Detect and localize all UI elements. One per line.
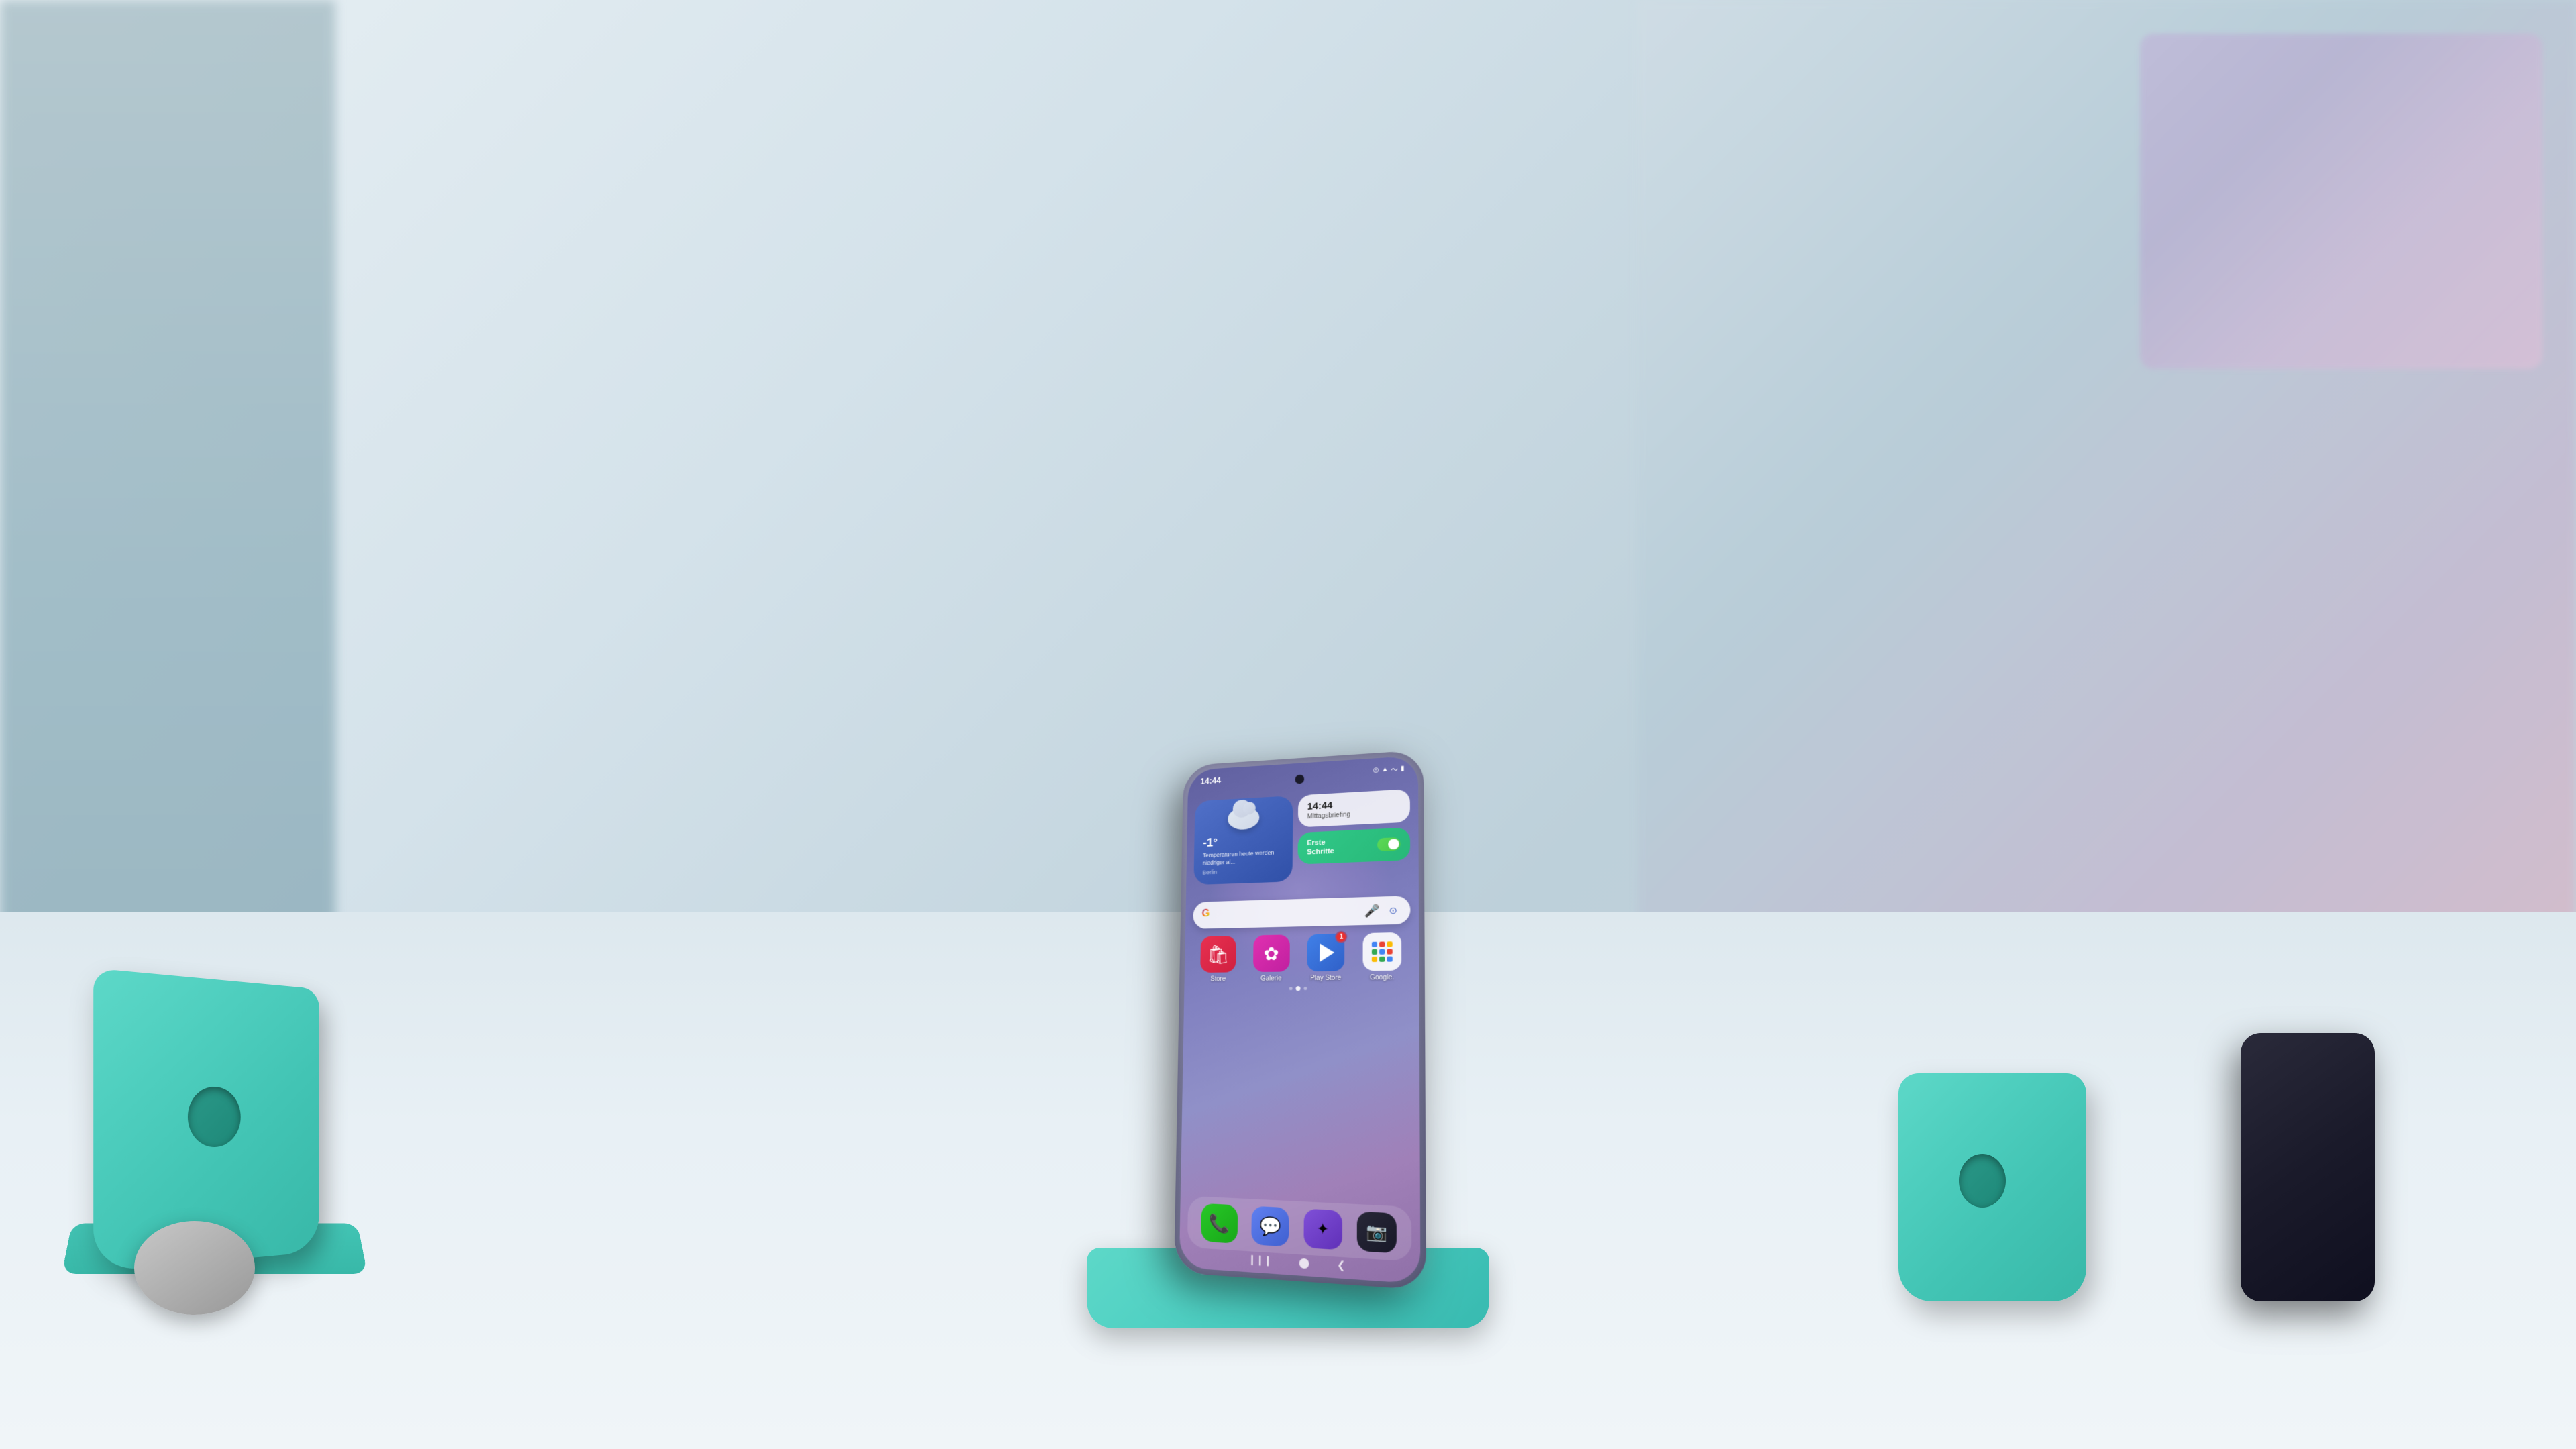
google-g-logo: G: [1201, 908, 1216, 922]
page-dot-2-active: [1296, 986, 1301, 991]
mic-icon: 🎤: [1364, 904, 1380, 918]
earbuds-case: [134, 1221, 268, 1328]
widgets-area: -1° Temperaturen heute werden niedriger …: [1193, 789, 1410, 885]
earbuds-case-body: [134, 1221, 255, 1315]
galaxy-icon: ✦: [1316, 1220, 1329, 1238]
status-location-icon: ◎: [1373, 766, 1379, 773]
messages-icon: 💬: [1259, 1215, 1281, 1238]
dock-camera[interactable]: 📷: [1357, 1212, 1397, 1254]
play-store-label: Play Store: [1310, 975, 1341, 982]
app-store[interactable]: 🛍 Store: [1197, 936, 1240, 983]
status-time: 14:44: [1200, 775, 1221, 786]
weather-widget[interactable]: -1° Temperaturen heute werden niedriger …: [1193, 796, 1293, 885]
nav-home-button[interactable]: ⬤: [1299, 1256, 1309, 1269]
widget-right-column: 14:44 Mittagsbriefing Erste Schritte: [1297, 789, 1410, 881]
play-store-badge: 1: [1335, 931, 1347, 943]
erste-schritte-text: Erste Schritte: [1307, 837, 1334, 857]
app-google[interactable]: Google.: [1358, 932, 1405, 982]
erste-line2: Schritte: [1307, 847, 1334, 857]
weather-cloud-icon: [1227, 806, 1259, 830]
search-lens-button[interactable]: ⊙: [1385, 903, 1401, 918]
weather-city: Berlin: [1203, 867, 1284, 876]
google-search-bar[interactable]: G 🎤 ⊙: [1193, 896, 1410, 929]
status-icons: ◎ ▲ 〜 ▮: [1373, 763, 1405, 775]
app-play-store[interactable]: 1 Play Store: [1303, 934, 1348, 983]
status-battery-icon: ▮: [1401, 765, 1405, 772]
grid-dot-9: [1387, 957, 1392, 962]
app-galerie[interactable]: ✿ Galerie: [1249, 934, 1294, 983]
galerie-symbol: ✿: [1264, 943, 1279, 965]
erste-schritte-widget[interactable]: Erste Schritte: [1297, 827, 1410, 864]
background-monitor: [2140, 34, 2542, 369]
weather-temperature: -1°: [1203, 833, 1283, 849]
page-indicator: [1289, 986, 1307, 991]
g-letter: G: [1201, 908, 1210, 920]
camera-icon: 📷: [1366, 1222, 1388, 1244]
grid-dot-2: [1379, 942, 1385, 947]
grid-dot-5: [1379, 949, 1385, 955]
store-label: Store: [1210, 975, 1226, 983]
app-row: 🛍 Store ✿ Galerie: [1192, 932, 1411, 983]
lens-icon: ⊙: [1389, 904, 1397, 916]
stand-left-hole: [188, 1086, 241, 1148]
phone-device: 14:44 ◎ ▲ 〜 ▮ -1° Temperaturen heute wer…: [1174, 750, 1426, 1290]
page-dot-1: [1289, 987, 1293, 990]
erste-schritte-toggle[interactable]: [1377, 837, 1401, 851]
grid-dot-7: [1372, 957, 1377, 962]
status-wifi-icon: 〜: [1391, 763, 1398, 773]
google-grid-icon: [1364, 934, 1399, 969]
phone-icon: 📞: [1208, 1212, 1230, 1234]
grid-dot-4: [1372, 949, 1377, 955]
google-label: Google.: [1370, 974, 1394, 981]
play-store-triangle: [1320, 943, 1334, 962]
stand-right-hole: [1959, 1154, 2006, 1208]
search-mic-button[interactable]: 🎤: [1365, 903, 1380, 918]
grid-dot-1: [1372, 942, 1377, 947]
grid-dot-3: [1387, 941, 1392, 947]
stand-right: [1885, 1046, 2120, 1301]
dock-phone[interactable]: 📞: [1201, 1203, 1238, 1244]
phone-dark-side: [2241, 1033, 2375, 1301]
phone-screen[interactable]: 14:44 ◎ ▲ 〜 ▮ -1° Temperaturen heute wer…: [1179, 755, 1421, 1284]
grid-dot-8: [1379, 957, 1385, 962]
dock-galaxy[interactable]: ✦: [1303, 1209, 1342, 1250]
time-widget[interactable]: 14:44 Mittagsbriefing: [1298, 789, 1410, 827]
phone-body: 14:44 ◎ ▲ 〜 ▮ -1° Temperaturen heute wer…: [1174, 750, 1426, 1290]
store-icon[interactable]: 🛍: [1200, 936, 1236, 973]
search-input-area[interactable]: [1221, 911, 1360, 914]
dock-messages[interactable]: 💬: [1251, 1206, 1289, 1247]
stand-left: [67, 926, 362, 1261]
page-dot-3: [1303, 987, 1307, 990]
nav-back-button[interactable]: ❙❙❙: [1248, 1253, 1272, 1267]
weather-description: Temperaturen heute werden niedriger al..…: [1203, 849, 1284, 867]
play-store-icon[interactable]: 1: [1307, 934, 1344, 972]
google-icon[interactable]: [1362, 932, 1401, 971]
galerie-icon[interactable]: ✿: [1253, 934, 1290, 972]
status-signal-icon: ▲: [1382, 765, 1389, 773]
store-symbol: 🛍: [1207, 943, 1230, 965]
stand-right-body: [1898, 1073, 2086, 1301]
galerie-label: Galerie: [1260, 975, 1281, 983]
nav-recents-button[interactable]: ❮: [1337, 1258, 1345, 1271]
grid-dot-6: [1387, 949, 1392, 954]
